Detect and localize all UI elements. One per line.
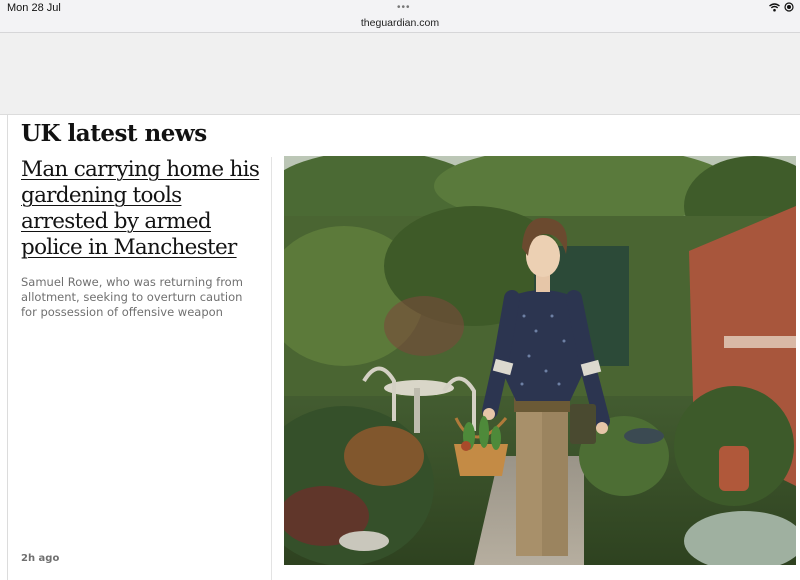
status-time: Mon 28 Jul [7, 2, 61, 14]
browser-menu-dots-icon[interactable]: ••• [397, 3, 411, 13]
ad-slot [0, 33, 800, 115]
section-title[interactable]: UK latest news [21, 120, 207, 147]
battery-icon [784, 2, 794, 12]
url-bar[interactable]: theguardian.com [0, 17, 800, 29]
status-icons [769, 2, 794, 12]
main-content: UK latest news Man carrying home his gar… [0, 115, 800, 580]
article-image[interactable] [284, 156, 796, 565]
article-timestamp: 2h ago [21, 553, 60, 564]
divider [271, 157, 272, 580]
article-headline-link[interactable]: Man carrying home his gardening tools ar… [21, 157, 271, 261]
browser-top-bar: Mon 28 Jul ••• theguardian.com [0, 0, 800, 33]
article-standfirst: Samuel Rowe, who was returning from allo… [21, 275, 243, 319]
wifi-icon [769, 2, 780, 12]
divider [7, 115, 8, 580]
